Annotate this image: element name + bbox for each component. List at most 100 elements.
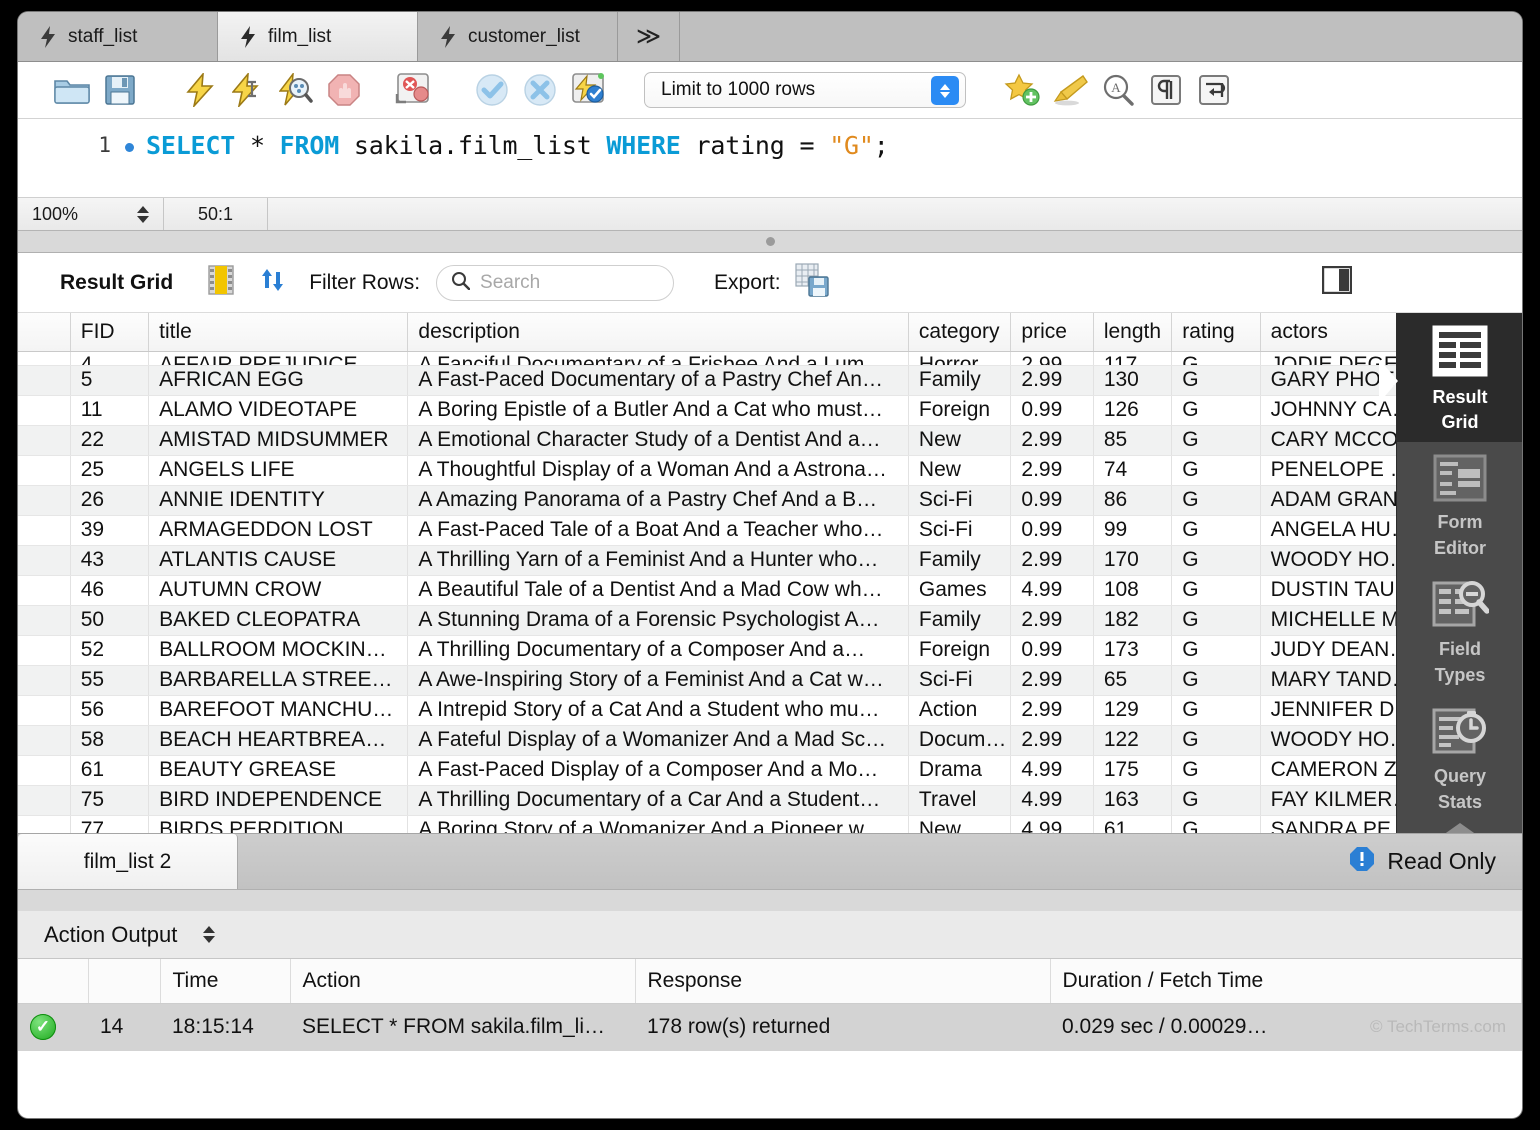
column-header-rating[interactable]: rating: [1171, 313, 1261, 352]
table-row[interactable]: 75 BIRD INDEPENDENCE A Thrilling Documenta…: [18, 785, 1522, 816]
cell-price[interactable]: 2.99: [1010, 665, 1094, 696]
cell-fid[interactable]: 75: [70, 785, 150, 816]
results-output-splitter[interactable]: [18, 889, 1522, 911]
cell-title[interactable]: ARMAGEDDON LOST: [148, 515, 409, 546]
cell-title[interactable]: AFRICAN EGG: [148, 365, 409, 396]
table-row[interactable]: 61 BEAUTY GREASE A Fast-Paced Display of a…: [18, 755, 1522, 786]
cell-length[interactable]: 182: [1093, 605, 1173, 636]
cell-category[interactable]: Action: [908, 695, 1012, 726]
cell-rating[interactable]: G: [1171, 665, 1261, 696]
cell-category[interactable]: Sci-Fi: [908, 665, 1012, 696]
cell-category[interactable]: Foreign: [908, 635, 1012, 666]
cell-length[interactable]: 173: [1093, 635, 1173, 666]
cell-description[interactable]: A Beautiful Tale of a Dentist And a Mad …: [407, 575, 909, 606]
cell-fid[interactable]: 26: [70, 485, 150, 516]
save-icon[interactable]: [96, 70, 144, 110]
table-row[interactable]: 46 AUTUMN CROW A Beautiful Tale of a Denti…: [18, 575, 1522, 606]
cell-title[interactable]: BARBARELLA STREE…: [148, 665, 409, 696]
execute-icon[interactable]: [176, 70, 224, 110]
row-marker-cell[interactable]: [18, 815, 71, 833]
row-marker-cell[interactable]: [18, 455, 71, 486]
stepper-icon[interactable]: [137, 205, 149, 223]
cell-price[interactable]: 0.99: [1010, 395, 1094, 426]
cell-price[interactable]: 2.99: [1010, 695, 1094, 726]
cell-category[interactable]: Horror: [908, 351, 1012, 366]
cell-price[interactable]: 4.99: [1010, 815, 1094, 833]
row-marker-cell[interactable]: [18, 575, 71, 606]
table-row[interactable]: 4 AFFAIR PREJUDICE A Fanciful Documentary …: [18, 351, 1522, 366]
cell-length[interactable]: 65: [1093, 665, 1173, 696]
cell-length[interactable]: 129: [1093, 695, 1173, 726]
cell-price[interactable]: 2.99: [1010, 365, 1094, 396]
row-marker-cell[interactable]: [18, 365, 71, 396]
row-marker-cell[interactable]: [18, 485, 71, 516]
refresh-icon[interactable]: [257, 265, 287, 300]
sidebar-item-result-grid[interactable]: Result Grid: [1397, 313, 1522, 443]
cell-fid[interactable]: 46: [70, 575, 150, 606]
stepper-icon[interactable]: [931, 76, 959, 105]
row-marker-cell[interactable]: [18, 785, 71, 816]
cell-category[interactable]: Sci-Fi: [908, 515, 1012, 546]
table-row[interactable]: 5 AFRICAN EGG A Fast-Paced Documentary of …: [18, 365, 1522, 396]
cell-length[interactable]: 117: [1093, 351, 1173, 366]
toggle-panel-icon[interactable]: [1321, 265, 1353, 299]
stop-icon[interactable]: [320, 70, 368, 110]
cell-description[interactable]: A Thrilling Documentary of a Car And a S…: [407, 785, 909, 816]
cell-length[interactable]: 99: [1093, 515, 1173, 546]
sidebar-item-form-editor[interactable]: Form Editor: [1397, 442, 1522, 567]
row-marker-cell[interactable]: [18, 515, 71, 546]
cell-rating[interactable]: G: [1171, 635, 1261, 666]
cell-rating[interactable]: G: [1171, 485, 1261, 516]
cell-description[interactable]: A Thoughtful Display of a Woman And a As…: [407, 455, 909, 486]
result-tab-film-list-2[interactable]: film_list 2: [18, 834, 238, 889]
cell-fid[interactable]: 11: [70, 395, 150, 426]
cell-category[interactable]: Family: [908, 365, 1012, 396]
row-marker-cell[interactable]: [18, 425, 71, 456]
cell-description[interactable]: A Fateful Display of a Womanizer And a M…: [407, 725, 909, 756]
cell-rating[interactable]: G: [1171, 395, 1261, 426]
search-input[interactable]: [480, 271, 651, 294]
cell-rating[interactable]: G: [1171, 725, 1261, 756]
cell-rating[interactable]: G: [1171, 351, 1261, 366]
table-row[interactable]: 11 ALAMO VIDEOTAPE A Boring Epistle of a B…: [18, 395, 1522, 426]
open-folder-icon[interactable]: [48, 70, 96, 110]
cell-title[interactable]: ANGELS LIFE: [148, 455, 409, 486]
cell-length[interactable]: 126: [1093, 395, 1173, 426]
auto-commit-icon[interactable]: [564, 70, 612, 110]
cell-fid[interactable]: 22: [70, 425, 150, 456]
row-limit-select[interactable]: Limit to 1000 rows: [644, 72, 966, 108]
column-header-length[interactable]: length: [1093, 313, 1173, 352]
add-snippet-icon[interactable]: [998, 70, 1046, 110]
cell-length[interactable]: 122: [1093, 725, 1173, 756]
row-marker-cell[interactable]: [18, 665, 71, 696]
cell-rating[interactable]: G: [1171, 605, 1261, 636]
column-header-rowmark[interactable]: [18, 313, 71, 352]
row-marker-cell[interactable]: [18, 395, 71, 426]
find-icon[interactable]: A: [1094, 70, 1142, 110]
cell-description[interactable]: A Stunning Drama of a Forensic Psycholog…: [407, 605, 909, 636]
table-row[interactable]: 25 ANGELS LIFE A Thoughtful Display of a W…: [18, 455, 1522, 486]
show-invisible-characters-icon[interactable]: [1142, 70, 1190, 110]
cell-description[interactable]: A Amazing Panorama of a Pastry Chef And …: [407, 485, 909, 516]
table-row[interactable]: 43 ATLANTIS CAUSE A Thrilling Yarn of a Fe…: [18, 545, 1522, 576]
cell-fid[interactable]: 58: [70, 725, 150, 756]
cell-length[interactable]: 86: [1093, 485, 1173, 516]
cell-fid[interactable]: 52: [70, 635, 150, 666]
cell-price[interactable]: 2.99: [1010, 545, 1094, 576]
cell-description[interactable]: A Fast-Paced Tale of a Boat And a Teache…: [407, 515, 909, 546]
beautify-icon[interactable]: [1046, 70, 1094, 110]
search-input-wrapper[interactable]: [436, 264, 675, 301]
cell-rating[interactable]: G: [1171, 365, 1261, 396]
cell-rating[interactable]: G: [1171, 425, 1261, 456]
cell-title[interactable]: ATLANTIS CAUSE: [148, 545, 409, 576]
cell-description[interactable]: A Awe-Inspiring Story of a Feminist And …: [407, 665, 909, 696]
cell-title[interactable]: AUTUMN CROW: [148, 575, 409, 606]
row-marker-cell[interactable]: [18, 755, 71, 786]
table-row[interactable]: 56 BAREFOOT MANCHU… A Intrepid Story of a …: [18, 695, 1522, 726]
cell-length[interactable]: 175: [1093, 755, 1173, 786]
row-marker-cell[interactable]: [18, 695, 71, 726]
cell-description[interactable]: A Fast-Paced Documentary of a Pastry Che…: [407, 365, 909, 396]
table-row[interactable]: 77 BIRDS PERDITION A Boring Story of a Wom…: [18, 815, 1522, 833]
cell-rating[interactable]: G: [1171, 695, 1261, 726]
cell-rating[interactable]: G: [1171, 515, 1261, 546]
